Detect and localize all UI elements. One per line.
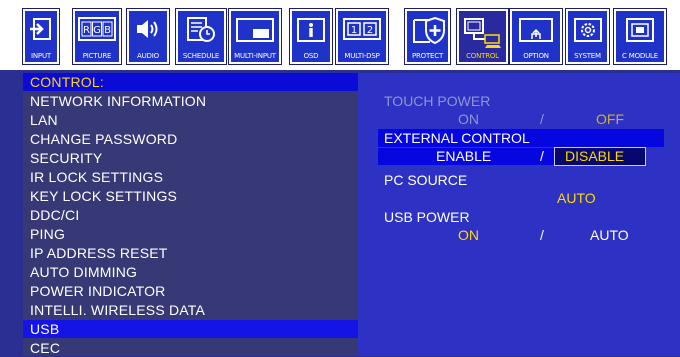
toolbar-protect-button[interactable]: PROTECT [405,9,450,64]
external-control-disable-option[interactable]: DISABLE [565,148,624,165]
external-control-label: EXTERNAL CONTROL [384,130,530,146]
network-control-icon [463,18,501,48]
menu-item-cec[interactable]: CEC [23,339,358,357]
toolbar-audio-button[interactable]: AUDIO [127,9,169,64]
usb-settings-panel: TOUCH POWER ON / OFF EXTERNAL CONTROL EN… [358,73,680,356]
pc-source-label: PC SOURCE [384,172,468,188]
menu-item-network-information[interactable]: NETWORK INFORMATION [23,92,358,110]
toolbar-label: MULTI-DSP [344,52,380,60]
menu-item-key-lock-settings[interactable]: KEY LOCK SETTINGS [23,187,358,205]
menu-item-lan[interactable]: LAN [23,111,358,129]
usb-power-on-option[interactable]: ON [458,227,479,244]
menu-header: CONTROL: [23,73,358,91]
info-icon [297,18,325,42]
toolbar-multi-dsp-button[interactable]: 1 2 MULTI-DSP [336,9,388,64]
toolbar-label: MULTI-INPUT [234,52,276,60]
toolbar-c-module-button[interactable]: C MODULE [614,9,666,64]
touch-power-separator: / [540,111,544,127]
compute-module-icon [626,18,654,42]
toolbar-osd-button[interactable]: OSD [290,9,332,64]
toolbar-label: C MODULE [622,52,658,60]
toolbar-picture-button[interactable]: R G B PICTURE [73,9,121,64]
menu-item-usb[interactable]: USB [23,320,358,338]
multi-display-icon: 1 2 [343,18,381,40]
input-arrow-icon [30,18,51,40]
toolbar-system-button[interactable]: SYSTEM [566,9,609,64]
gear-icon [573,18,602,42]
control-menu-list: CONTROL: NETWORK INFORMATION LAN CHANGE … [23,73,358,356]
external-control-enable-option[interactable]: ENABLE [436,148,491,165]
toolbar-label: SYSTEM [574,52,601,60]
speaker-icon [137,20,158,38]
multi-input-icon [236,18,274,42]
menu-item-ping[interactable]: PING [23,225,358,243]
rgb-icon: R G B [78,17,116,41]
option-monitor-icon [519,18,553,42]
menu-item-ir-lock-settings[interactable]: IR LOCK SETTINGS [23,168,358,186]
toolbar-label: AUDIO [137,52,159,60]
toolbar-label: CONTROL [466,52,499,60]
svg-text:B: B [104,25,111,36]
menu-item-ddc-ci[interactable]: DDC/CI [23,206,358,224]
toolbar-input-button[interactable]: INPUT [23,9,59,64]
svg-text:2: 2 [367,25,373,36]
menu-item-power-indicator[interactable]: POWER INDICATOR [23,282,358,300]
toolbar-option-button[interactable]: OPTION [510,9,562,64]
svg-text:1: 1 [351,25,357,36]
external-control-separator: / [540,148,544,164]
toolbar-label: SCHEDULE [182,52,220,60]
usb-power-label: USB POWER [384,209,470,225]
menu-item-change-password[interactable]: CHANGE PASSWORD [23,130,358,148]
toolbar-control-button[interactable]: CONTROL [457,9,508,64]
toolbar-label: PROTECT [411,52,444,60]
toolbar-label: INPUT [31,52,51,60]
shield-icon [412,17,445,45]
toolbar-multi-input-button[interactable]: MULTI-INPUT [229,9,281,64]
toolbar-label: OPTION [523,52,549,60]
touch-power-off-option[interactable]: OFF [596,111,624,128]
schedule-icon [187,17,215,42]
toolbar-label: OSD [303,52,319,60]
toolbar-schedule-button[interactable]: SCHEDULE [176,9,226,64]
svg-text:G: G [93,25,101,36]
osd-toolbar: INPUT R G B PICTURE AUDIO SCHEDULE MULTI… [0,0,680,70]
svg-text:R: R [83,25,90,36]
menu-item-intelli-wireless-data[interactable]: INTELLI. WIRELESS DATA [23,301,358,319]
pc-source-value[interactable]: AUTO [557,190,596,207]
usb-power-separator: / [540,227,544,243]
menu-item-auto-dimming[interactable]: AUTO DIMMING [23,263,358,281]
touch-power-label: TOUCH POWER [384,93,491,109]
menu-item-security[interactable]: SECURITY [23,149,358,167]
toolbar-label: PICTURE [82,52,112,60]
touch-power-on-option[interactable]: ON [458,111,479,128]
menu-item-ip-address-reset[interactable]: IP ADDRESS RESET [23,244,358,262]
usb-power-auto-option[interactable]: AUTO [590,227,629,244]
